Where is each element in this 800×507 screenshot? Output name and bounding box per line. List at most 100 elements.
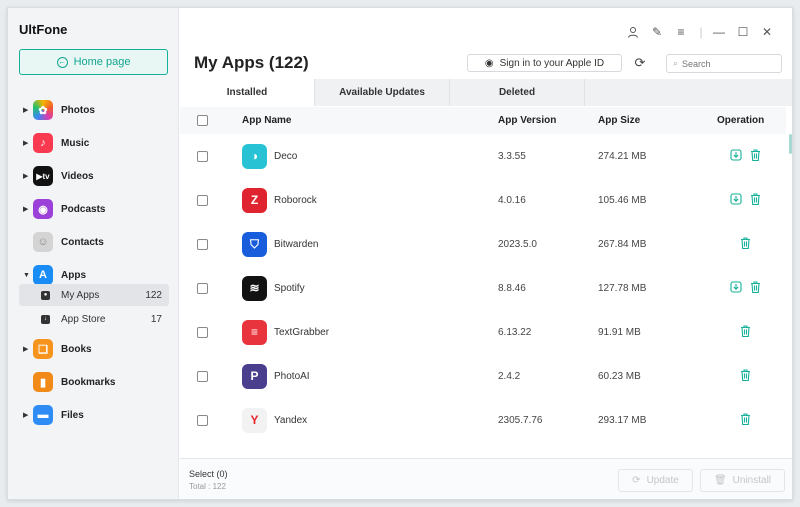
sidebar-item-photos[interactable]: ▶ ✿ Photos [8, 98, 179, 122]
trash-icon[interactable] [750, 192, 761, 208]
row-checkbox[interactable] [197, 150, 208, 162]
tab-installed[interactable]: Installed [180, 79, 315, 106]
app-size: 274.21 MB [598, 150, 647, 162]
uninstall-button[interactable]: 🗑 Uninstall [700, 469, 785, 492]
trash-icon[interactable] [740, 368, 751, 384]
app-name: Deco [274, 150, 298, 162]
user-icon: ◉ [484, 57, 494, 69]
app-version: 2.4.2 [498, 370, 521, 382]
trash-icon[interactable] [750, 148, 761, 164]
tab-deleted[interactable]: Deleted [450, 79, 585, 106]
sidebar-subitem-app-store[interactable]: ↓ App Store 17 [19, 308, 169, 330]
sign-in-button[interactable]: ◉ Sign in to your Apple ID [467, 54, 622, 72]
select-all-checkbox[interactable] [197, 115, 208, 126]
home-page-label: Home page [73, 56, 131, 68]
table-row[interactable]: Z Roborock 4.0.16 105.46 MB [180, 178, 786, 222]
edit-icon[interactable]: ✎ [650, 25, 664, 39]
arrow-left-icon: ← [56, 56, 68, 68]
row-operations [722, 148, 768, 164]
search-input[interactable] [682, 58, 773, 69]
caret-right-icon: ▶ [23, 140, 29, 147]
app-version: 4.0.16 [498, 194, 526, 206]
menu-icon[interactable]: ≡ [674, 25, 688, 39]
table-row[interactable]: Y Yandex 2305.7.76 293.17 MB [180, 398, 786, 442]
trash-icon[interactable] [740, 236, 751, 252]
app-store-icon: A [33, 265, 53, 285]
trash-icon[interactable] [750, 280, 761, 296]
app-size: 60.23 MB [598, 370, 641, 382]
download-update-icon[interactable] [729, 280, 742, 296]
sidebar-subitem-label: App Store [61, 313, 106, 325]
trash-icon[interactable] [740, 324, 751, 340]
app-size: 91.91 MB [598, 326, 641, 338]
bookmark-icon: ▮ [33, 372, 53, 392]
divider: | [699, 25, 703, 39]
sidebar-item-contacts[interactable]: ☺ Contacts [8, 230, 179, 254]
sidebar-subitem-count: 122 [145, 289, 162, 301]
column-header-size[interactable]: App Size [598, 115, 640, 126]
update-label: Update [646, 475, 679, 486]
app-name: Bitwarden [274, 238, 319, 250]
sidebar-item-podcasts[interactable]: ▶ ◉ Podcasts [8, 197, 179, 221]
sidebar-item-label: Bookmarks [61, 376, 116, 388]
app-version: 8.8.46 [498, 282, 526, 294]
column-header-operation: Operation [717, 115, 765, 126]
update-button[interactable]: ⟳ Update [618, 469, 693, 492]
sidebar-item-books[interactable]: ▶ ❏ Books [8, 337, 179, 361]
row-checkbox[interactable] [197, 194, 208, 206]
sidebar-item-music[interactable]: ▶ ♪ Music [8, 131, 179, 155]
folder-icon: ▬ [33, 405, 53, 425]
search-icon: ⌕ [673, 58, 679, 68]
row-checkbox[interactable] [197, 238, 208, 250]
table-row[interactable]: ◑ Deco 3.3.55 274.21 MB [180, 134, 786, 178]
app-title: UltFone [19, 22, 68, 37]
app-size: 127.78 MB [598, 282, 647, 294]
user-icon[interactable] [626, 25, 640, 39]
trash-icon[interactable] [740, 412, 751, 428]
row-checkbox[interactable] [197, 282, 208, 294]
trash-icon: 🗑 [713, 475, 727, 486]
caret-down-icon: ▼ [23, 271, 30, 279]
sidebar-subitem-label: My Apps [61, 289, 100, 301]
tab-bar: Installed Available Updates Deleted [180, 79, 792, 106]
scrollbar[interactable] [789, 134, 792, 154]
download-update-icon[interactable] [729, 148, 742, 164]
refresh-icon[interactable]: ⟳ [632, 55, 648, 71]
photos-icon: ✿ [33, 100, 53, 120]
app-icon: ⛉ [242, 231, 267, 257]
sidebar-item-files[interactable]: ▶ ▬ Files [8, 403, 179, 427]
app-name: PhotoAI [274, 370, 310, 382]
row-checkbox[interactable] [197, 370, 208, 382]
row-operations [722, 192, 768, 208]
column-header-name[interactable]: App Name [242, 115, 291, 126]
table-row[interactable]: ≋ Spotify 8.8.46 127.78 MB [180, 266, 786, 310]
table-row[interactable]: ≡ TextGrabber 6.13.22 91.91 MB [180, 310, 786, 354]
sidebar-item-bookmarks[interactable]: ▮ Bookmarks [8, 370, 179, 394]
app-name: Yandex [274, 414, 308, 426]
search-box[interactable]: ⌕ [666, 54, 782, 73]
column-header-version[interactable]: App Version [498, 115, 556, 126]
sidebar-item-label: Videos [61, 170, 94, 182]
row-checkbox[interactable] [197, 326, 208, 338]
sidebar-item-videos[interactable]: ▶ ▶tv Videos [8, 164, 179, 188]
download-update-icon[interactable] [729, 192, 742, 208]
sidebar: UltFone ← Home page ▶ ✿ Photos ▶ ♪ Music… [8, 8, 179, 499]
home-page-button[interactable]: ← Home page [19, 49, 168, 75]
total-count: Total : 122 [189, 482, 226, 491]
download-icon: ↓ [41, 314, 50, 324]
refresh-icon: ⟳ [632, 475, 641, 486]
table-row[interactable]: P PhotoAI 2.4.2 60.23 MB [180, 354, 786, 398]
sidebar-item-label: Photos [61, 104, 95, 116]
caret-right-icon: ▶ [23, 412, 29, 419]
close-icon[interactable]: ✕ [760, 25, 774, 39]
app-version: 6.13.22 [498, 326, 532, 338]
minimize-icon[interactable]: — [712, 25, 726, 39]
sidebar-item-label: Apps [61, 269, 86, 281]
sidebar-subitem-my-apps[interactable]: ● My Apps 122 [19, 284, 169, 306]
maximize-icon[interactable]: ☐ [736, 25, 750, 39]
tab-available-updates[interactable]: Available Updates [315, 79, 450, 106]
row-checkbox[interactable] [197, 414, 208, 426]
caret-right-icon: ▶ [23, 346, 29, 353]
table-row[interactable]: ⛉ Bitwarden 2023.5.0 267.84 MB [180, 222, 786, 266]
apple-icon: ● [41, 290, 50, 300]
